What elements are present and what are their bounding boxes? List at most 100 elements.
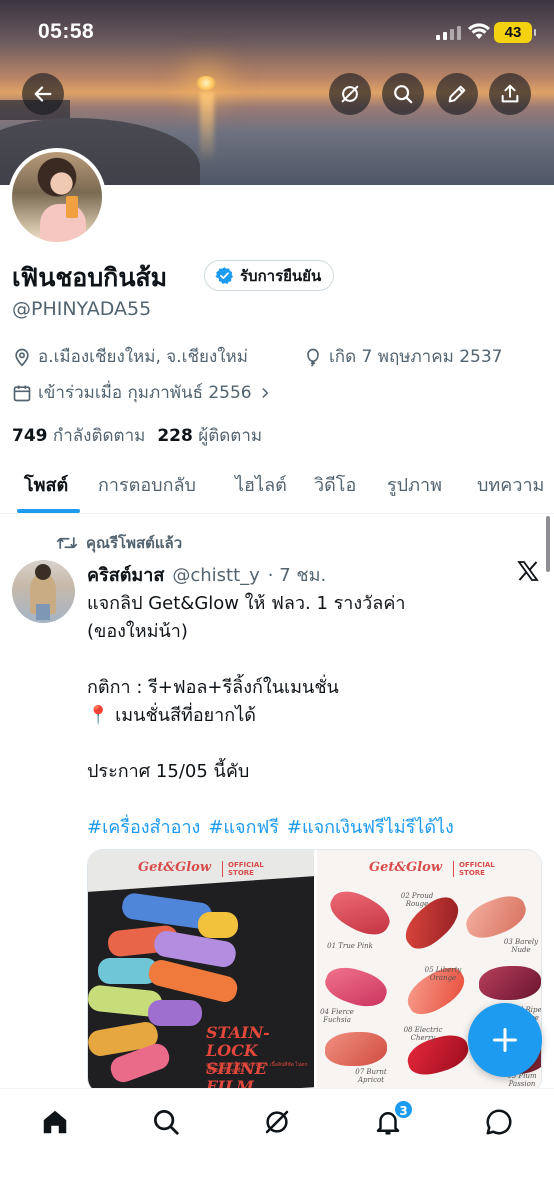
store-line: STORE xyxy=(459,869,485,877)
shade-swatch xyxy=(479,966,541,1000)
shade-swatch xyxy=(321,960,391,1014)
tab-articles[interactable]: บทความ xyxy=(477,470,544,499)
pencil-icon xyxy=(448,85,466,103)
home-icon[interactable] xyxy=(40,1107,70,1137)
avatar-figure xyxy=(40,204,86,242)
post-text-line: 📍 เมนชั่นสีที่อยากได้ xyxy=(87,705,256,726)
location-pin-icon xyxy=(15,348,29,367)
repost-label: คุณรีโพสต์แล้ว xyxy=(86,534,183,552)
banner-sun xyxy=(196,76,216,90)
media-image-left[interactable]: Get&Glow OFFICIAL STORE STAIN-LOCK SHINE F… xyxy=(88,850,314,1094)
post-avatar-legs xyxy=(36,604,50,620)
tab-videos[interactable]: วิดีโอ xyxy=(314,470,356,499)
tab-posts[interactable]: โพสต์ xyxy=(24,470,68,499)
display-name: เฟินชอบกินส้ม xyxy=(12,263,168,292)
post-text-line: แจกลิป Get&Glow ให้ ฟลว. 1 รางวัลค่า xyxy=(87,593,406,614)
repost-indicator: คุณรีโพสต์แล้ว xyxy=(56,531,182,555)
birthday-row: เกิด 7 พฤษภาคม 2537 xyxy=(303,343,502,370)
brand-logo: Get&Glow xyxy=(138,860,212,875)
location-text: อ.เมืองเชียงใหม่, จ.เชียงใหม่ xyxy=(38,347,248,367)
chevron-right-icon xyxy=(262,387,269,398)
post-author-handle[interactable]: @chistt_y xyxy=(172,565,259,586)
shade-label: 05 Liberty Orange xyxy=(424,966,462,982)
plus-icon xyxy=(492,1027,518,1053)
shade-label: 02 Proud Rouge xyxy=(400,892,434,908)
shade-swatch xyxy=(325,1032,387,1066)
post-time: · 7 ชม. xyxy=(267,565,327,586)
location-row: อ.เมืองเชียงใหม่, จ.เชียงใหม่ xyxy=(12,343,248,370)
banner-sun-reflection xyxy=(200,92,214,162)
grok-icon[interactable] xyxy=(262,1107,292,1137)
verify-button[interactable]: รับการยืนยัน xyxy=(204,260,335,291)
notifications-badge: 3 xyxy=(393,1099,414,1120)
tab-replies[interactable]: การตอบกลับ xyxy=(98,470,196,499)
post-header: คริสต์มาส @chistt_y · 7 ชม. xyxy=(87,560,326,589)
grok-icon xyxy=(341,85,359,103)
search-icon xyxy=(394,85,413,104)
edit-button[interactable] xyxy=(436,73,478,115)
verify-label: รับการยืนยัน xyxy=(240,266,322,285)
status-bar: 05:58 43 xyxy=(0,0,554,66)
followers-link[interactable]: 228 ผู้ติดตาม xyxy=(157,422,262,449)
following-label: กำลังติดตาม xyxy=(52,426,146,446)
followers-count: 228 xyxy=(157,426,193,446)
brand-logo: Get&Glow xyxy=(369,860,443,875)
repost-icon xyxy=(56,537,78,549)
share-icon xyxy=(501,84,519,103)
shade-swatch xyxy=(324,882,396,944)
battery-icon: 43 xyxy=(494,22,536,43)
stain-description: สูตรของเหลวใหม่ ติดทนนาน เนื้อลิปสีชัด ไ… xyxy=(206,1062,308,1074)
shade-label: 03 Barely Nude xyxy=(503,938,539,954)
hashtag-link[interactable]: #แจกเงินฟรีไม่รีได้ไง xyxy=(287,812,454,841)
stain-lock-title: STAIN-LOCK SHINE FILM xyxy=(206,1024,314,1094)
official-store-label: OFFICIAL STORE xyxy=(222,861,264,877)
status-time: 05:58 xyxy=(38,20,95,43)
profile-avatar[interactable] xyxy=(8,148,106,246)
search-button[interactable] xyxy=(382,73,424,115)
bottom-navigation xyxy=(0,1088,554,1199)
store-line: STORE xyxy=(228,869,254,877)
grok-button[interactable] xyxy=(329,73,371,115)
arrow-left-icon xyxy=(34,86,52,102)
hashtag-link[interactable]: #เครื่องสำอาง xyxy=(87,812,200,841)
post-avatar-head xyxy=(35,564,51,580)
profile-tabs: โพสต์ การตอบกลับ ไฮไลต์ วิดีโอ รูปภาพ บท… xyxy=(0,462,554,514)
post-text-line: ประกาศ 15/05 นี้คับ xyxy=(87,761,250,782)
shade-label: 07 Burnt Apricot xyxy=(355,1068,387,1084)
followers-label: ผู้ติดตาม xyxy=(198,426,263,446)
compose-post-button[interactable] xyxy=(468,1003,542,1077)
search-icon[interactable] xyxy=(151,1107,181,1137)
shade-label: 08 Electric Cherry xyxy=(403,1026,443,1042)
joined-row[interactable]: เข้าร่วมเมื่อ กุมภาพันธ์ 2556 xyxy=(12,379,272,406)
post-author-avatar[interactable] xyxy=(12,560,75,623)
lip-tube xyxy=(148,1000,202,1026)
post-text-line: กติกา : รี+ฟอล+รีลิ้งก์ในเมนชั่น xyxy=(87,677,339,698)
birthday-text: เกิด 7 พฤษภาคม 2537 xyxy=(329,347,503,367)
follow-stats: 749 กำลังติดตาม 228 ผู้ติดตาม xyxy=(12,422,262,449)
avatar-drink xyxy=(66,196,78,218)
post-text-line: (ของใหม่น้า) xyxy=(87,621,188,642)
messages-icon[interactable] xyxy=(484,1107,514,1137)
stain-lock-line: STAIN-LOCK xyxy=(206,1023,270,1060)
share-button[interactable] xyxy=(489,73,531,115)
tab-photos[interactable]: รูปภาพ xyxy=(387,470,442,499)
x-logo-icon xyxy=(517,561,539,581)
post-author-name[interactable]: คริสต์มาส xyxy=(87,560,164,589)
scrollbar[interactable] xyxy=(546,516,550,572)
following-count: 749 xyxy=(12,426,48,446)
official-line: OFFICIAL xyxy=(228,861,264,869)
post-hashtags: #เครื่องสำอาง #แจกฟรี #แจกเงินฟรีไม่รีได… xyxy=(87,812,454,841)
hashtag-link[interactable]: #แจกฟรี xyxy=(208,812,279,841)
joined-text: เข้าร่วมเมื่อ กุมภาพันธ์ 2556 xyxy=(38,383,252,403)
shade-swatch xyxy=(461,890,531,944)
verified-badge-icon xyxy=(215,267,233,285)
profile-handle: @PHINYADA55 xyxy=(12,298,152,320)
lip-tube xyxy=(198,912,238,938)
back-button[interactable] xyxy=(22,73,64,115)
calendar-icon xyxy=(13,385,31,401)
following-link[interactable]: 749 กำลังติดตาม xyxy=(12,422,145,449)
tab-highlights[interactable]: ไฮไลต์ xyxy=(235,470,287,499)
official-line: OFFICIAL xyxy=(459,861,495,869)
shade-label: 01 True Pink xyxy=(327,942,373,950)
shade-label: 04 Fierce Fuchsia xyxy=(320,1008,354,1024)
